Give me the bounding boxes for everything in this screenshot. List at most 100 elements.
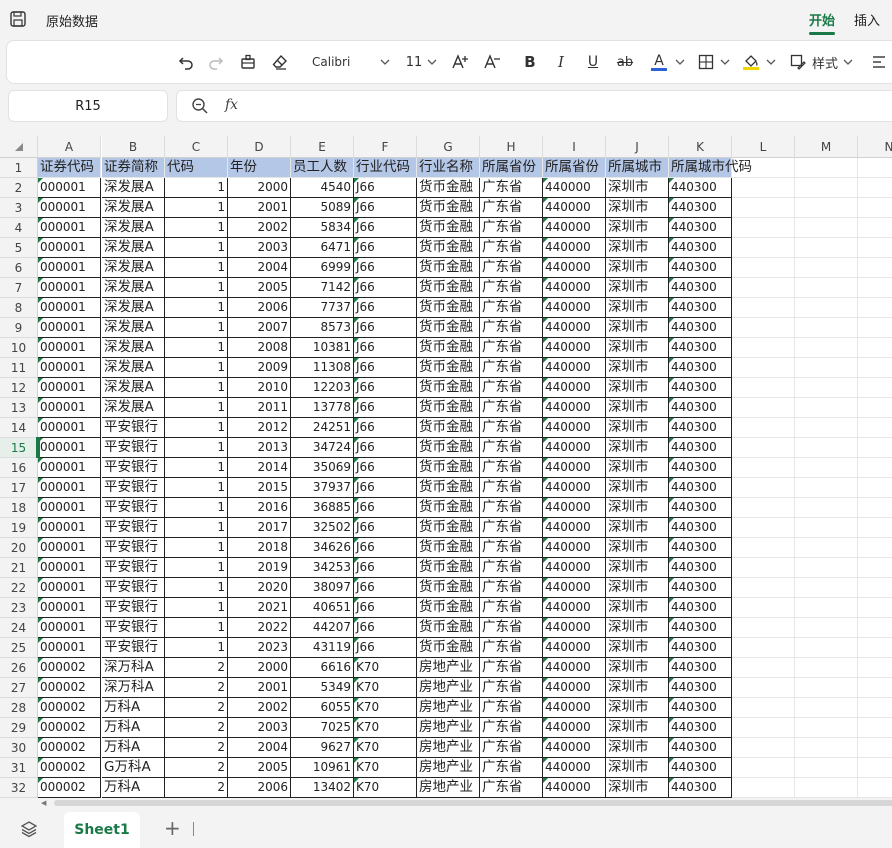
empty-cell[interactable] (858, 718, 892, 738)
formula-input-area[interactable]: fx (176, 90, 892, 122)
table-cell[interactable]: 440300 (669, 558, 732, 578)
empty-cell[interactable] (858, 198, 892, 218)
table-cell[interactable]: 5834 (291, 218, 354, 238)
table-cell[interactable]: 000001 (38, 398, 101, 418)
table-cell[interactable]: 440000 (543, 758, 606, 778)
table-cell[interactable]: 1 (165, 598, 228, 618)
column-header-c[interactable]: C (165, 136, 228, 158)
table-cell[interactable]: 440000 (543, 238, 606, 258)
empty-cell[interactable] (732, 258, 795, 278)
table-cell[interactable]: 440300 (669, 598, 732, 618)
header-cell-j[interactable]: 所属城市 (606, 158, 669, 178)
empty-cell[interactable] (732, 158, 795, 178)
table-cell[interactable]: 2015 (228, 478, 291, 498)
table-cell[interactable]: 2010 (228, 378, 291, 398)
empty-cell[interactable] (858, 298, 892, 318)
table-cell[interactable]: J66 (354, 178, 417, 198)
table-cell[interactable]: 深圳市 (606, 258, 669, 278)
table-cell[interactable]: 440300 (669, 318, 732, 338)
column-header-d[interactable]: D (228, 136, 291, 158)
empty-cell[interactable] (858, 338, 892, 358)
table-cell[interactable]: 2003 (228, 238, 291, 258)
empty-cell[interactable] (732, 378, 795, 398)
row-header-27[interactable]: 27 (0, 678, 38, 698)
table-cell[interactable]: J66 (354, 438, 417, 458)
strikethrough-button[interactable]: ab (613, 52, 637, 72)
tab-home[interactable]: 开始 (809, 10, 835, 29)
table-cell[interactable]: 2002 (228, 698, 291, 718)
table-cell[interactable]: 440300 (669, 578, 732, 598)
table-cell[interactable]: 000001 (38, 638, 101, 658)
table-cell[interactable]: 440300 (669, 418, 732, 438)
table-cell[interactable]: 440000 (543, 578, 606, 598)
table-cell[interactable]: J66 (354, 258, 417, 278)
empty-cell[interactable] (795, 258, 858, 278)
table-cell[interactable]: 2017 (228, 518, 291, 538)
tab-insert[interactable]: 插入 (854, 10, 880, 29)
table-cell[interactable]: 6999 (291, 258, 354, 278)
table-cell[interactable]: 深万科A (102, 678, 165, 698)
redo-icon[interactable] (205, 52, 227, 72)
table-cell[interactable]: 2012 (228, 418, 291, 438)
table-cell[interactable]: 2008 (228, 338, 291, 358)
table-cell[interactable]: 深发展A (102, 198, 165, 218)
table-cell[interactable]: 广东省 (480, 298, 543, 318)
table-cell[interactable]: 000002 (38, 778, 101, 798)
empty-cell[interactable] (732, 618, 795, 638)
table-cell[interactable]: K70 (354, 718, 417, 738)
table-cell[interactable]: 货币金融 (417, 538, 480, 558)
header-cell-i[interactable]: 所属省份 (543, 158, 606, 178)
chevron-down-icon[interactable] (841, 52, 855, 72)
table-cell[interactable]: 货币金融 (417, 258, 480, 278)
table-cell[interactable]: 平安银行 (102, 538, 165, 558)
empty-cell[interactable] (795, 718, 858, 738)
table-cell[interactable]: 2011 (228, 398, 291, 418)
table-cell[interactable]: 440300 (669, 758, 732, 778)
table-cell[interactable]: 43119 (291, 638, 354, 658)
column-header-l[interactable]: L (732, 136, 795, 158)
table-cell[interactable]: 房地产业 (417, 678, 480, 698)
empty-cell[interactable] (732, 358, 795, 378)
row-header-25[interactable]: 25 (0, 638, 38, 658)
table-cell[interactable]: 440300 (669, 538, 732, 558)
table-cell[interactable]: 货币金融 (417, 358, 480, 378)
table-cell[interactable]: 000001 (38, 618, 101, 638)
table-cell[interactable]: J66 (354, 618, 417, 638)
table-cell[interactable]: 440300 (669, 478, 732, 498)
table-cell[interactable]: 440300 (669, 258, 732, 278)
table-cell[interactable]: 13778 (291, 398, 354, 418)
header-cell-a[interactable]: 证券代码 (38, 158, 101, 178)
table-cell[interactable]: J66 (354, 318, 417, 338)
empty-cell[interactable] (858, 578, 892, 598)
table-cell[interactable]: 000001 (38, 338, 101, 358)
table-cell[interactable]: 1 (165, 178, 228, 198)
empty-cell[interactable] (795, 618, 858, 638)
table-cell[interactable]: 1 (165, 398, 228, 418)
table-cell[interactable]: 平安银行 (102, 578, 165, 598)
table-cell[interactable]: 440000 (543, 638, 606, 658)
row-header-8[interactable]: 8 (0, 298, 38, 318)
table-cell[interactable]: 1 (165, 378, 228, 398)
clear-format-icon[interactable] (269, 52, 291, 72)
table-cell[interactable]: 2003 (228, 718, 291, 738)
empty-cell[interactable] (795, 418, 858, 438)
row-header-13[interactable]: 13 (0, 398, 38, 418)
table-cell[interactable]: 房地产业 (417, 698, 480, 718)
table-cell[interactable]: 40651 (291, 598, 354, 618)
row-header-29[interactable]: 29 (0, 718, 38, 738)
table-cell[interactable]: 440000 (543, 518, 606, 538)
empty-cell[interactable] (795, 698, 858, 718)
row-header-15[interactable]: 15 (0, 438, 38, 458)
table-cell[interactable]: 8573 (291, 318, 354, 338)
table-cell[interactable]: 440300 (669, 178, 732, 198)
row-header-16[interactable]: 16 (0, 458, 38, 478)
table-cell[interactable]: 000001 (38, 518, 101, 538)
empty-cell[interactable] (795, 738, 858, 758)
empty-cell[interactable] (732, 438, 795, 458)
decrease-font-icon[interactable] (481, 52, 503, 72)
table-cell[interactable]: 1 (165, 438, 228, 458)
row-header-12[interactable]: 12 (0, 378, 38, 398)
table-cell[interactable]: 2006 (228, 778, 291, 798)
table-cell[interactable]: 2018 (228, 538, 291, 558)
empty-cell[interactable] (858, 398, 892, 418)
